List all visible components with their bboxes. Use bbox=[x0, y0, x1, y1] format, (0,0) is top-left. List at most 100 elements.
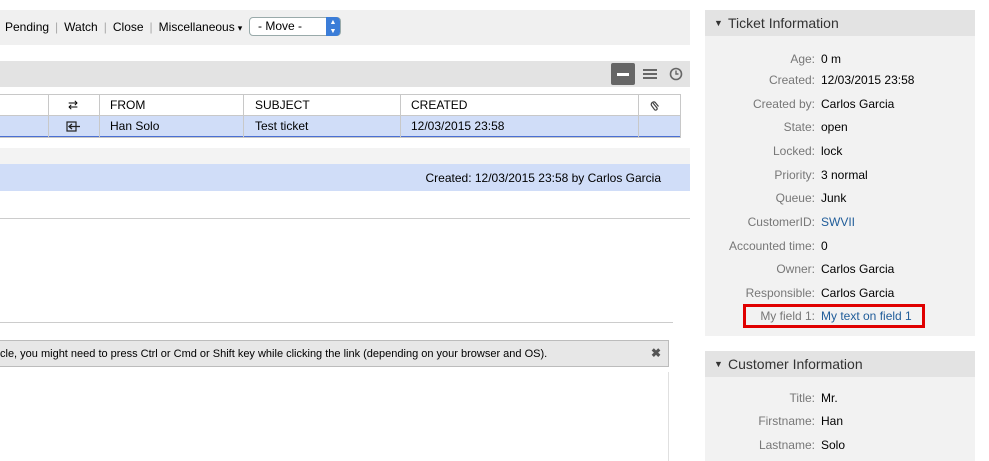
article-spacer bbox=[0, 148, 690, 164]
view-small-button[interactable] bbox=[611, 63, 635, 85]
info-row-accounted-time: Accounted time: 0 bbox=[705, 239, 975, 259]
row-created: 12/03/2015 23:58 bbox=[411, 119, 505, 133]
widget-title: Ticket Information bbox=[728, 15, 839, 31]
info-label: Locked: bbox=[772, 144, 815, 158]
customer-row-title: Title: Mr. bbox=[705, 391, 975, 411]
select-arrows-icon: ▲ ▼ bbox=[326, 17, 340, 36]
link-notice: cle, you might need to press Ctrl or Cmd… bbox=[0, 340, 669, 367]
collapse-triangle-icon: ▼ bbox=[714, 18, 723, 28]
info-value: open bbox=[821, 120, 848, 134]
info-row-age: Age: 0 m bbox=[705, 52, 975, 72]
info-row-state: State: open bbox=[705, 120, 975, 140]
move-queue-select[interactable]: - Move - ▲ ▼ bbox=[249, 17, 341, 36]
ticket-information-header[interactable]: ▼ Ticket Information bbox=[705, 10, 975, 36]
list-icon bbox=[643, 69, 657, 79]
article-table: ⇄ FROM SUBJECT CREATED Han Solo Test tic… bbox=[0, 94, 681, 138]
table-header: ⇄ FROM SUBJECT CREATED bbox=[0, 95, 680, 116]
info-value: Carlos Garcia bbox=[821, 286, 895, 300]
customer-information-header[interactable]: ▼ Customer Information bbox=[705, 351, 975, 377]
article-created-text: Created: 12/03/2015 23:58 by Carlos Garc… bbox=[425, 171, 661, 185]
from-header[interactable]: FROM bbox=[110, 95, 145, 116]
incoming-direction-icon bbox=[66, 116, 82, 137]
chevron-down-icon: ▾ bbox=[237, 23, 243, 33]
info-value: Junk bbox=[821, 191, 847, 205]
info-row-queue: Queue: Junk bbox=[705, 191, 975, 211]
pending-action[interactable]: Pending bbox=[5, 20, 55, 34]
info-row-locked: Locked: lock bbox=[705, 144, 975, 164]
close-icon[interactable]: ✖ bbox=[651, 346, 661, 360]
close-action[interactable]: Close bbox=[113, 20, 150, 34]
info-label: Lastname: bbox=[758, 438, 815, 452]
subject-header[interactable]: SUBJECT bbox=[255, 95, 310, 116]
info-label: Priority: bbox=[774, 168, 815, 182]
info-value: 0 bbox=[821, 239, 828, 253]
action-items: Pending | Watch | Close | Miscellaneous ▾… bbox=[5, 20, 257, 34]
minus-icon bbox=[617, 72, 629, 76]
info-label: Created by: bbox=[752, 97, 815, 111]
paperclip-icon bbox=[650, 101, 659, 111]
info-value: Han bbox=[821, 414, 844, 428]
info-label: CustomerID: bbox=[747, 215, 815, 229]
column-divider bbox=[243, 95, 244, 137]
notice-text: cle, you might need to press Ctrl or Cmd… bbox=[0, 348, 548, 360]
info-row-customer-id: CustomerID: SWVII bbox=[705, 215, 975, 235]
info-value: 3 normal bbox=[821, 168, 868, 182]
miscellaneous-label: Miscellaneous bbox=[158, 20, 235, 34]
info-label: Responsible: bbox=[745, 286, 815, 300]
divider bbox=[0, 322, 673, 323]
article-body bbox=[0, 372, 669, 461]
customer-row-firstname: Firstname: Han bbox=[705, 414, 975, 434]
move-select-value: - Move - bbox=[258, 19, 303, 33]
info-value: 12/03/2015 23:58 bbox=[821, 73, 915, 87]
info-label: Owner: bbox=[776, 262, 815, 276]
info-value: lock bbox=[821, 144, 843, 158]
customer-row-lastname: Lastname: Solo bbox=[705, 438, 975, 458]
info-label: Title: bbox=[789, 391, 815, 405]
ticket-zoom-main: Pending | Watch | Close | Miscellaneous ▾… bbox=[0, 0, 690, 461]
column-divider bbox=[99, 95, 100, 137]
info-value: 0 m bbox=[821, 52, 842, 66]
article-header: Created: 12/03/2015 23:58 by Carlos Garc… bbox=[0, 164, 690, 191]
info-row-responsible: Responsible: Carlos Garcia bbox=[705, 286, 975, 306]
miscellaneous-menu[interactable]: Miscellaneous ▾ bbox=[159, 20, 249, 34]
row-subject: Test ticket bbox=[255, 119, 309, 133]
watch-action[interactable]: Watch bbox=[64, 20, 104, 34]
info-label: Firstname: bbox=[758, 414, 815, 428]
action-separator: | bbox=[103, 20, 107, 34]
info-value: Carlos Garcia bbox=[821, 262, 895, 276]
info-label: Created: bbox=[768, 73, 815, 87]
info-row-created: Created: 12/03/2015 23:58 bbox=[705, 73, 975, 93]
info-value: Mr. bbox=[821, 391, 838, 405]
info-row-priority: Priority: 3 normal bbox=[705, 168, 975, 188]
info-label: Accounted time: bbox=[728, 239, 815, 253]
column-divider bbox=[638, 95, 639, 137]
ticket-information-widget: ▼ Ticket Information Age: 0 m Created: 12/… bbox=[705, 10, 975, 336]
info-row-owner: Owner: Carlos Garcia bbox=[705, 262, 975, 282]
view-timeline-button[interactable] bbox=[664, 63, 688, 85]
view-medium-button[interactable] bbox=[638, 63, 662, 85]
action-separator: | bbox=[55, 20, 59, 34]
highlight-box bbox=[743, 304, 925, 328]
action-separator: | bbox=[149, 20, 153, 34]
customer-information-widget: ▼ Customer Information Title: Mr. Firstna… bbox=[705, 351, 975, 461]
collapse-triangle-icon: ▼ bbox=[714, 359, 723, 369]
divider bbox=[0, 218, 690, 219]
info-label: Queue: bbox=[775, 191, 815, 205]
info-value: Solo bbox=[821, 438, 846, 452]
column-divider bbox=[48, 95, 49, 137]
info-value: Carlos Garcia bbox=[821, 97, 895, 111]
attachment-header bbox=[650, 95, 660, 116]
article-table-header-bar bbox=[0, 61, 690, 87]
clock-icon bbox=[669, 67, 683, 81]
info-row-created-by: Created by: Carlos Garcia bbox=[705, 97, 975, 117]
created-header[interactable]: CREATED bbox=[411, 95, 467, 116]
widget-title: Customer Information bbox=[728, 356, 863, 372]
info-label: State: bbox=[783, 120, 815, 134]
row-from: Han Solo bbox=[110, 119, 160, 133]
column-divider bbox=[400, 95, 401, 137]
ticket-action-bar: Pending | Watch | Close | Miscellaneous ▾… bbox=[0, 10, 690, 45]
table-row[interactable]: Han Solo Test ticket 12/03/2015 23:58 bbox=[0, 116, 680, 137]
customer-id-link[interactable]: SWVII bbox=[821, 215, 855, 229]
info-label: Age: bbox=[790, 52, 815, 66]
direction-header: ⇄ bbox=[68, 98, 79, 112]
